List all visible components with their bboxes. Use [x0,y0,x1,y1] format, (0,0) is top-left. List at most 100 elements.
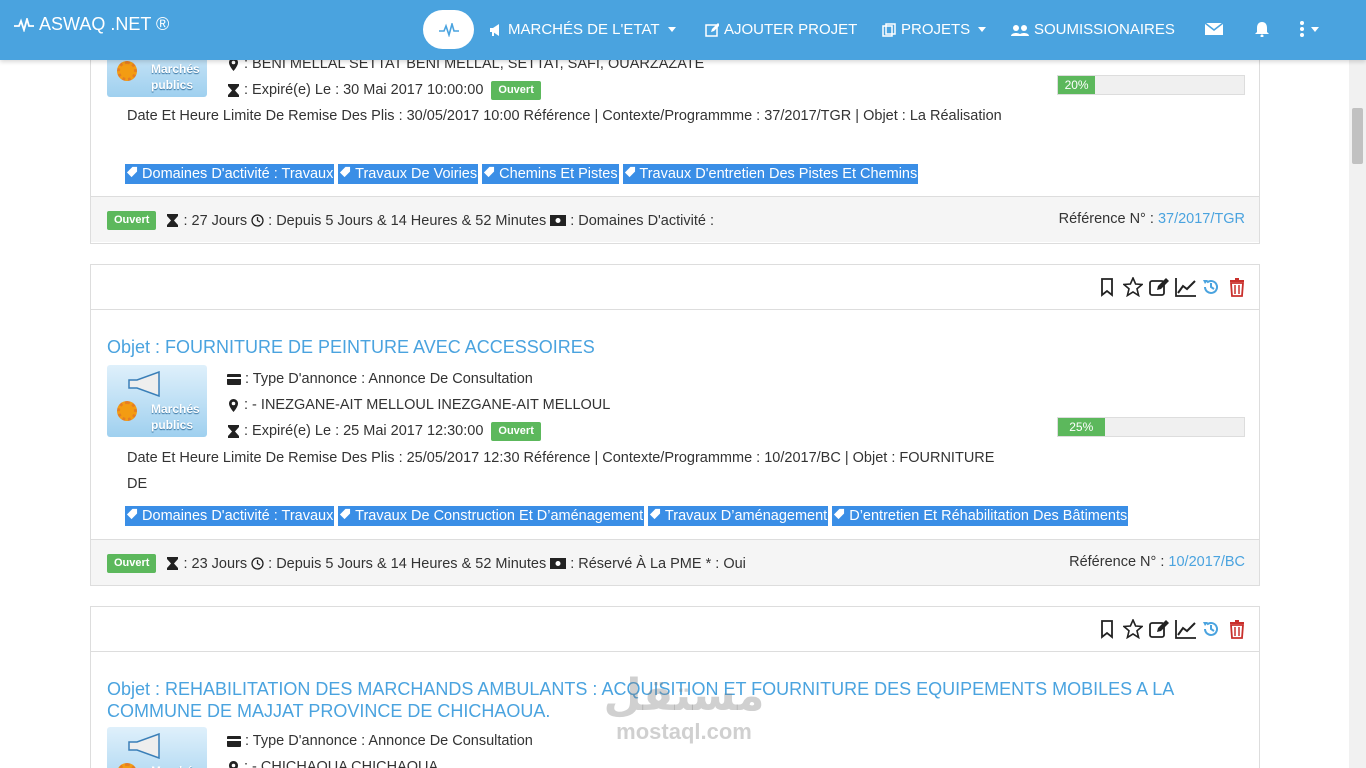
tag-item[interactable]: Travaux D’aménagement [648,506,829,526]
tender-footer: Ouvert : 27 Jours : Depuis 5 Jours & 14 … [91,196,1259,242]
dashboard-button[interactable] [423,10,474,49]
thumb-label-line2: publics [151,418,194,432]
type-row: : Type D'annonce : Annonce De Consultati… [227,728,533,754]
tag-item[interactable]: Domaines D'activité : Travaux [125,506,335,526]
watermark-arabic: مستقل [603,670,765,721]
reference-number: Référence N° : 10/2017/BC [1069,554,1245,570]
bookmark-button[interactable] [1097,277,1117,297]
thumb-label-line1: Marchés [151,402,200,416]
tag-icon [340,508,351,520]
menu-marches-label: MARCHÉS DE L'ETAT [508,21,660,38]
thumb-label-line2: publics [151,78,194,92]
type-row: : Type D'annonce : Annonce De Consultati… [227,366,610,392]
favorite-button[interactable] [1123,277,1143,297]
bookmark-icon [1101,620,1113,639]
tag-list: Domaines D'activité : Travaux Travaux De… [125,164,919,184]
tender-card: Objet : FOURNITURE DE PEINTURE AVEC ACCE… [90,264,1260,586]
tender-title[interactable]: Objet : FOURNITURE DE PEINTURE AVEC ACCE… [107,336,595,358]
map-marker-icon [229,760,238,768]
announcement-type: : Type D'annonce : Annonce De Consultati… [245,371,533,387]
menu-soumissionaires-label: SOUMISSIONAIRES [1034,21,1175,38]
history-button[interactable] [1201,277,1221,297]
mostaql-watermark: مستقل mostaql.com [598,672,770,744]
since-text: : Depuis 5 Jours & 14 Heures & 52 Minute… [268,555,547,572]
reference-link[interactable]: 10/2017/BC [1168,554,1245,570]
menu-marches-etat[interactable]: MARCHÉS DE L'ETAT [489,21,676,38]
map-marker-icon [229,398,238,412]
marches-publics-thumbnail[interactable]: Marchés publics [107,365,207,437]
tag-item[interactable]: D’entretien Et Réhabilitation Des Bâtime… [832,506,1129,526]
gear-icon [117,763,137,768]
reference-link[interactable]: 37/2017/TGR [1158,211,1245,227]
menu-ajouter-projet[interactable]: AJOUTER PROJET [705,21,857,38]
watermark-url: mostaql.com [616,719,752,744]
tag-item[interactable]: Domaines D'activité : Travaux [125,164,335,184]
brand-name: ASWAQ .NET ® [39,14,170,34]
page-scrollbar[interactable] [1349,60,1366,768]
edit-button[interactable] [1149,277,1169,297]
more-vertical-icon [1300,21,1319,37]
delete-button[interactable] [1227,277,1247,297]
trash-icon [1230,620,1244,639]
tender-description: Date Et Heure Limite De Remise Des Plis … [127,108,1002,124]
notifications-button[interactable] [1254,21,1270,37]
credit-card-icon [227,735,241,747]
bell-icon [1255,22,1269,37]
location-row: : - CHICHAOUA CHICHAOUA [227,754,533,768]
copy-icon [882,22,896,37]
marches-publics-thumbnail[interactable]: Marchéspublics [107,727,207,768]
tag-icon [126,508,138,520]
line-chart-icon [1175,278,1196,297]
tag-item[interactable]: Travaux De Voiries [338,164,479,184]
hourglass-icon [167,214,179,227]
delete-button[interactable] [1227,619,1247,639]
progress-fill: 20% [1058,76,1096,94]
tag-icon [340,166,351,178]
megaphone-icon [128,371,160,397]
status-badge: Ouvert [491,80,541,100]
tender-info: : Type D'annonce : Annonce De Consultati… [227,728,533,768]
menu-projets[interactable]: PROJETS [882,21,987,38]
tag-item[interactable]: Travaux De Construction Et D’aménagement [338,506,645,526]
tag-icon [650,508,661,520]
bookmark-button[interactable] [1097,619,1117,639]
announcement-type: : Type D'annonce : Annonce De Consultati… [245,733,533,749]
favorite-button[interactable] [1123,619,1143,639]
hourglass-icon [228,424,239,438]
expire-text: : Expiré(e) Le : 25 Mai 2017 12:30:00 [244,423,484,439]
menu-soumissionaires[interactable]: SOUMISSIONAIRES [1011,21,1175,38]
since-text: : Depuis 5 Jours & 14 Heures & 52 Minute… [268,212,547,229]
gear-icon [117,401,137,421]
expire-row: : Expiré(e) Le : 30 Mai 2017 10:00:00 Ou… [227,77,704,103]
extra-info: : Réservé À La PME * : Oui [570,555,746,572]
thumb-label-line1: Marchés [151,62,200,76]
tag-icon [484,166,495,178]
extra-info: : Domaines D'activité : [570,212,714,229]
clock-icon [251,214,264,227]
stats-button[interactable] [1175,277,1196,297]
expire-row: : Expiré(e) Le : 25 Mai 2017 12:30:00 Ou… [227,418,610,444]
messages-button[interactable] [1205,21,1223,37]
tag-item[interactable]: Travaux D'entretien Des Pistes Et Chemin… [622,164,919,184]
envelope-icon [1205,22,1223,35]
stats-button[interactable] [1175,619,1196,639]
star-icon [1123,277,1143,297]
edit-button[interactable] [1149,619,1169,639]
tag-list: Domaines D'activité : Travaux Travaux De… [125,506,1129,526]
pulse-icon [438,22,459,37]
progress-fill: 25% [1058,418,1105,436]
trash-icon [1230,278,1244,297]
top-navbar: ASWAQ .NET ® MARCHÉS DE L'ETAT AJOUTER P… [0,0,1366,60]
menu-ajouter-label: AJOUTER PROJET [724,21,858,38]
tag-item[interactable]: Chemins Et Pistes [482,164,619,184]
scrollbar-thumb[interactable] [1352,108,1363,164]
brand-logo[interactable]: ASWAQ .NET ® [14,14,169,35]
status-badge: Ouvert [107,554,157,573]
tender-description: Date Et Heure Limite De Remise Des Plis … [127,450,995,492]
edit-icon [705,22,719,37]
more-options-button[interactable] [1298,21,1320,37]
bookmark-icon [1101,278,1113,297]
history-button[interactable] [1201,619,1221,639]
tag-icon [126,166,138,178]
tender-info: : Type D'annonce : Annonce De Consultati… [227,366,610,444]
